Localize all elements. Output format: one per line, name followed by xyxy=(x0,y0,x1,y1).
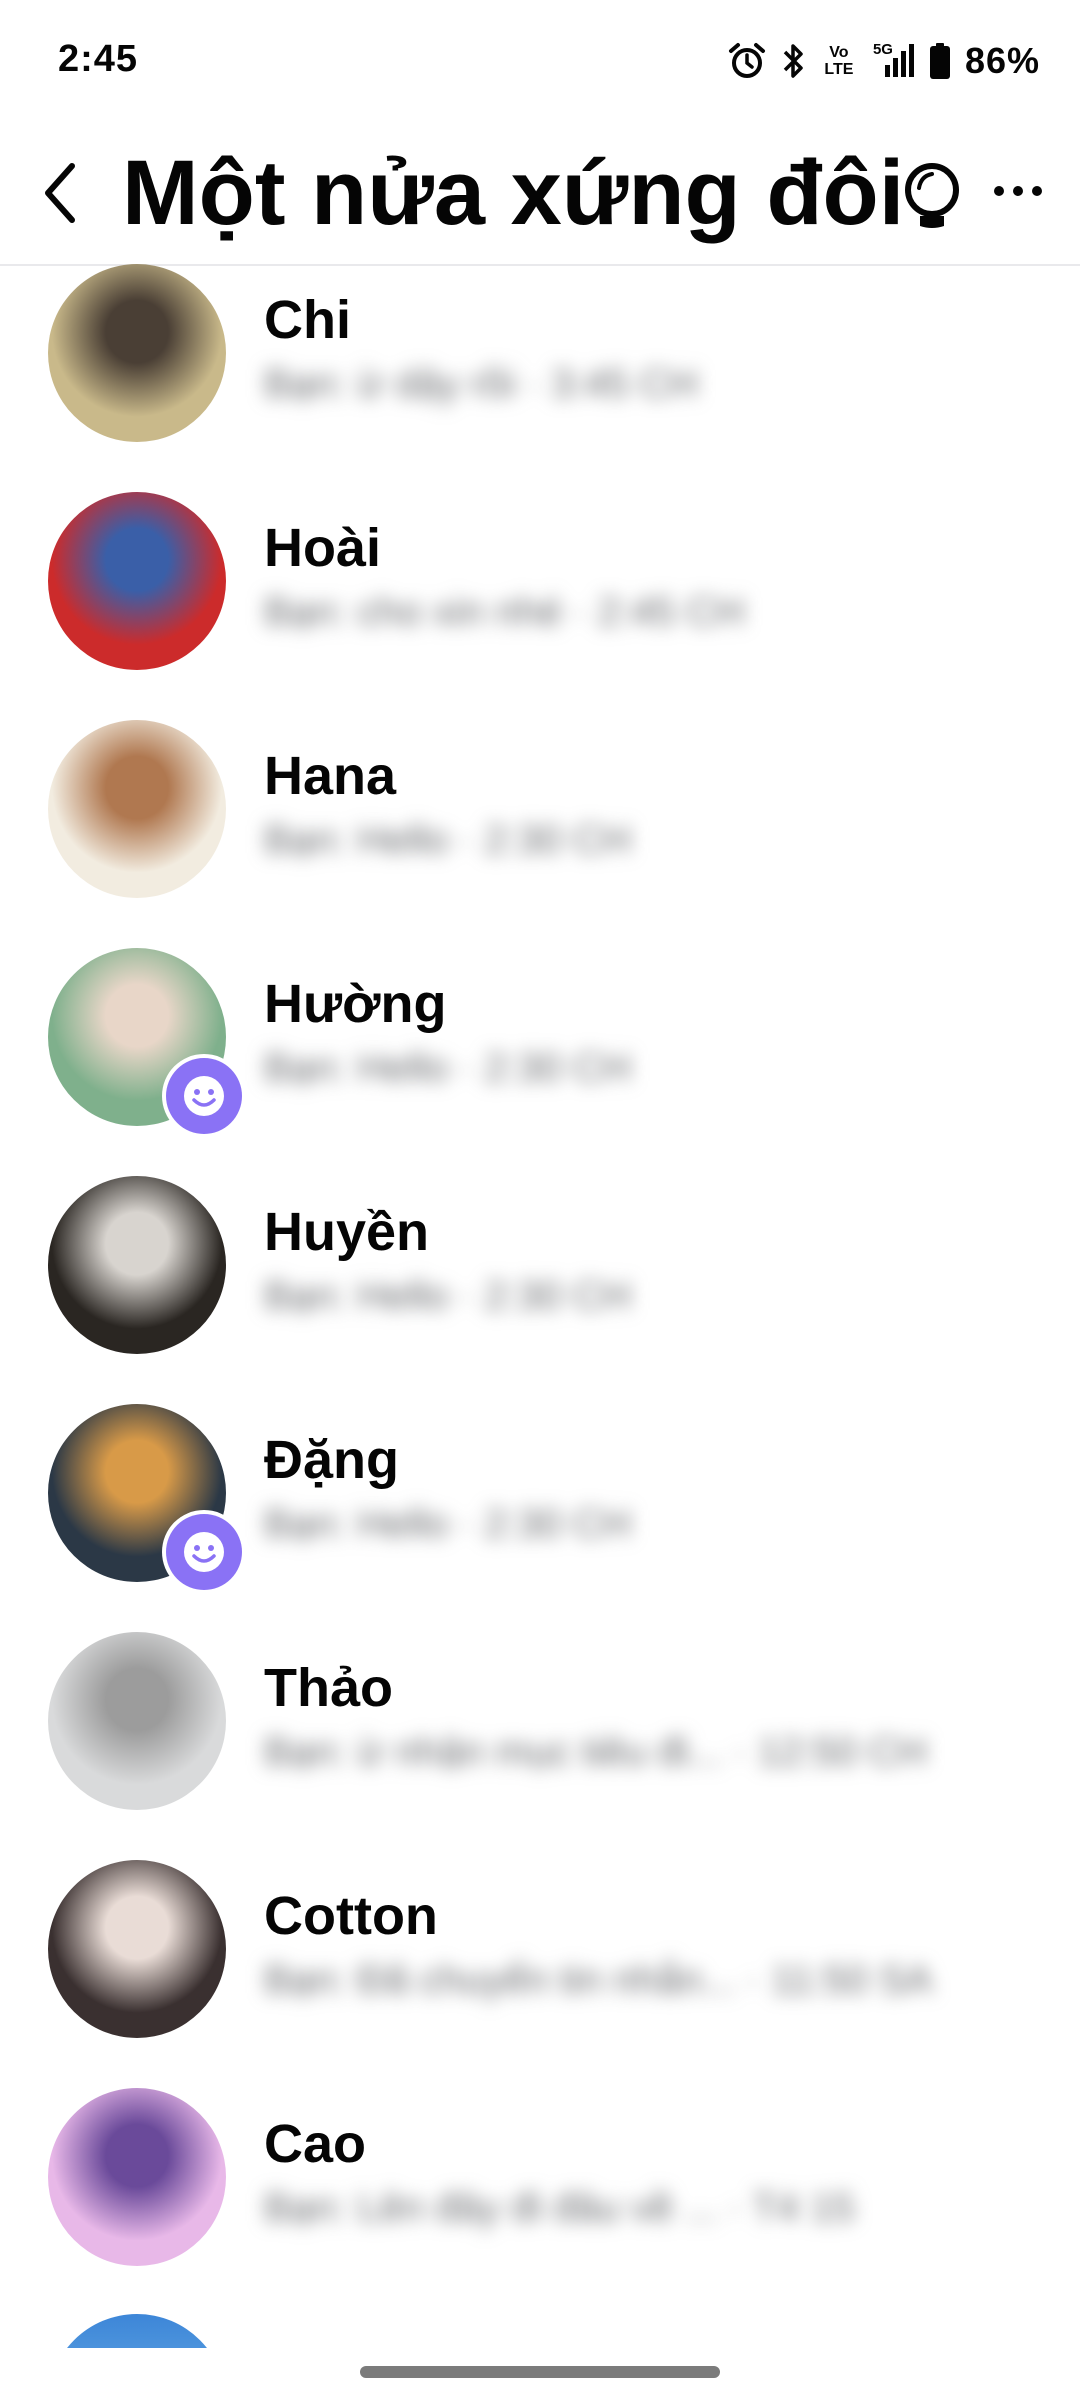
bluetooth-icon xyxy=(781,41,807,81)
member-name: Hường xyxy=(264,974,447,1034)
header: Một nửa xứng đôi xyxy=(0,120,1080,266)
status-bar: 2:45 Vo LTE 5G 86% xyxy=(0,0,1080,120)
member-name: Cao xyxy=(264,2114,367,2174)
avatar-partial[interactable] xyxy=(48,2314,226,2348)
last-message-preview: Bạn: ừ nhận mục tiêu đi... · 12:50 CH xyxy=(264,1730,927,1774)
avatar[interactable] xyxy=(48,492,226,670)
back-button[interactable] xyxy=(30,155,90,231)
member-name: Hoài xyxy=(264,518,382,578)
volte-icon: Vo LTE xyxy=(821,44,857,78)
status-icons: Vo LTE 5G 86% xyxy=(727,36,1040,86)
avatar[interactable] xyxy=(48,264,226,442)
list-item[interactable]: Thảo Bạn: ừ nhận mục tiêu đi... · 12:50 C… xyxy=(0,1632,1080,1862)
status-time: 2:45 xyxy=(58,38,139,80)
list-item[interactable]: Đặng Bạn: Hello · 2:30 CH xyxy=(0,1404,1080,1634)
smiley-badge xyxy=(162,1510,246,1594)
battery-percent: 86% xyxy=(964,40,1040,81)
battery-icon xyxy=(929,41,951,81)
last-message-preview: Bạn: cho xin nhé · 2:45 CH xyxy=(264,590,745,634)
lightbulb-icon xyxy=(905,163,959,228)
volte-label-top: Vo xyxy=(829,44,849,61)
member-name: Đặng xyxy=(264,1430,399,1490)
avatar[interactable] xyxy=(48,720,226,898)
list-item[interactable]: Hoài Bạn: cho xin nhé · 2:45 CH xyxy=(0,492,1080,722)
more-dot xyxy=(994,186,1004,196)
list-item[interactable]: Hana Bạn: Hello · 2:30 CH xyxy=(0,720,1080,950)
member-name: Hana xyxy=(264,746,397,806)
member-name: Huyền xyxy=(264,1202,430,1262)
alarm-icon xyxy=(727,41,767,81)
volte-label-bottom: LTE xyxy=(824,61,854,78)
list-item[interactable]: Hường Bạn: Hello · 2:30 CH xyxy=(0,948,1080,1178)
page-title: Một nửa xứng đôi xyxy=(122,142,905,244)
last-message-preview: Bạn: Hello · 2:30 CH xyxy=(264,1274,631,1318)
last-message-preview: Bạn: Lên đây đi đâu về ... · T4 15 xyxy=(264,2186,855,2230)
smiley-icon xyxy=(184,1532,224,1572)
member-name: Cotton xyxy=(264,1886,438,1946)
smiley-badge xyxy=(162,1054,246,1138)
avatar[interactable] xyxy=(48,1860,226,2038)
last-message-preview: Bạn: Hello · 2:30 CH xyxy=(264,1046,631,1090)
more-dot xyxy=(1032,186,1042,196)
list-item[interactable]: Chi Bạn: ừ dậy rồi · 3:45 CH xyxy=(0,264,1080,494)
ideas-button[interactable] xyxy=(897,160,967,232)
last-message-preview: Bạn: ừ dậy rồi · 3:45 CH xyxy=(264,362,698,406)
member-name: Chi xyxy=(264,290,351,350)
home-indicator[interactable] xyxy=(360,2366,720,2378)
avatar[interactable] xyxy=(48,1632,226,1810)
smiley-icon xyxy=(184,1076,224,1116)
more-dot xyxy=(1013,186,1023,196)
member-name: Thảo xyxy=(264,1658,393,1718)
list-item[interactable]: Cao Bạn: Lên đây đi đâu về ... · T4 15 xyxy=(0,2088,1080,2318)
last-message-preview: Bạn: Đã chuyển tin nhắn... · 11:50 SA xyxy=(264,1958,933,2002)
chevron-left-icon xyxy=(45,163,75,223)
more-options-button[interactable] xyxy=(985,166,1051,216)
last-message-preview: Bạn: Hello · 2:30 CH xyxy=(264,1502,631,1546)
last-message-preview: Bạn: Hello · 2:30 CH xyxy=(264,818,631,862)
list-item[interactable]: Cotton Bạn: Đã chuyển tin nhắn... · 11:50… xyxy=(0,1860,1080,2090)
signal-icon: 5G xyxy=(871,41,915,81)
list-item[interactable]: Huyền Bạn: Hello · 2:30 CH xyxy=(0,1176,1080,1406)
avatar[interactable] xyxy=(48,1176,226,1354)
avatar[interactable] xyxy=(48,2088,226,2266)
